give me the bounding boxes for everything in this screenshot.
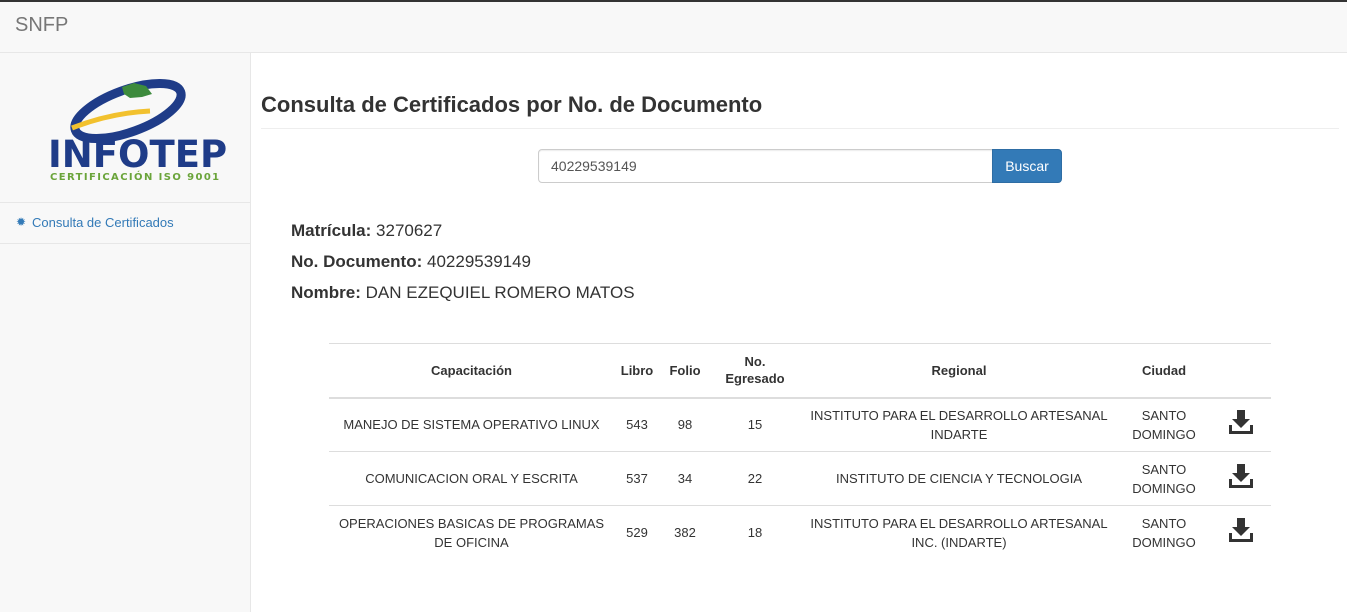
table-row: OPERACIONES BASICAS DE PROGRAMAS DE OFIC… [329, 505, 1271, 560]
cell-download [1210, 505, 1271, 560]
cell-download [1210, 397, 1271, 452]
certificates-table: Capacitación Libro Folio No. Egresado Re… [329, 343, 1271, 560]
cell-capacitacion: OPERACIONES BASICAS DE PROGRAMAS DE OFIC… [329, 505, 614, 560]
header-ciudad: Ciudad [1118, 343, 1210, 399]
documento-label: No. Documento: [291, 252, 423, 271]
cell-egresado: 15 [710, 397, 800, 452]
cell-ciudad: SANTO DOMINGO [1118, 397, 1210, 452]
matricula-line: Matrícula: 3270627 [291, 221, 442, 241]
table-header-row: Capacitación Libro Folio No. Egresado Re… [329, 343, 1271, 399]
matricula-label: Matrícula: [291, 221, 372, 240]
header-folio: Folio [660, 343, 710, 399]
logo-subtitle: CERTIFICACIÓN ISO 9001 [50, 172, 221, 183]
cell-regional: INSTITUTO PARA EL DESARROLLO ARTESANAL I… [800, 397, 1118, 452]
document-search-input[interactable] [538, 149, 993, 183]
cell-capacitacion: COMUNICACION ORAL Y ESCRITA [329, 451, 614, 506]
cell-folio: 98 [660, 397, 710, 452]
cell-libro: 537 [614, 451, 660, 506]
table-row: MANEJO DE SISTEMA OPERATIVO LINUX 543 98… [329, 397, 1271, 452]
cell-regional: INSTITUTO PARA EL DESARROLLO ARTESANAL I… [800, 505, 1118, 560]
matricula-value: 3270627 [376, 221, 443, 240]
logo-wordmark: INFOTEP [48, 133, 228, 176]
cell-egresado: 22 [710, 451, 800, 506]
header-egresado: No. Egresado [710, 343, 800, 399]
cell-libro: 543 [614, 397, 660, 452]
title-divider [261, 128, 1339, 129]
documento-line: No. Documento: 40229539149 [291, 252, 531, 272]
cell-capacitacion: MANEJO DE SISTEMA OPERATIVO LINUX [329, 397, 614, 452]
sidebar: INFOTEP CERTIFICACIÓN ISO 9001 ✹ Consult… [0, 53, 251, 612]
download-icon[interactable] [1227, 462, 1255, 490]
table-row: COMUNICACION ORAL Y ESCRITA 537 34 22 IN… [329, 451, 1271, 506]
cell-egresado: 18 [710, 505, 800, 560]
cell-libro: 529 [614, 505, 660, 560]
nombre-line: Nombre: DAN EZEQUIEL ROMERO MATOS [291, 283, 635, 303]
cell-ciudad: SANTO DOMINGO [1118, 451, 1210, 506]
download-icon[interactable] [1227, 516, 1255, 544]
documento-value: 40229539149 [427, 252, 532, 271]
search-button[interactable]: Buscar [992, 149, 1062, 183]
cell-download [1210, 451, 1271, 506]
page-title: Consulta de Certificados por No. de Docu… [261, 92, 763, 117]
sidebar-item-consulta[interactable]: ✹ Consulta de Certificados [0, 204, 250, 244]
header-libro: Libro [614, 343, 660, 399]
cell-regional: INSTITUTO DE CIENCIA Y TECNOLOGIA [800, 451, 1118, 506]
sidebar-item-label[interactable]: Consulta de Certificados [32, 215, 174, 230]
header-regional: Regional [800, 343, 1118, 399]
infotep-logo: INFOTEP CERTIFICACIÓN ISO 9001 [0, 53, 250, 203]
navbar: SNFP [0, 0, 1347, 53]
gear-icon: ✹ [16, 215, 27, 229]
cell-folio: 34 [660, 451, 710, 506]
navbar-brand[interactable]: SNFP [15, 14, 68, 37]
download-icon[interactable] [1227, 408, 1255, 436]
logo-emblem [70, 78, 186, 143]
cell-folio: 382 [660, 505, 710, 560]
header-capacitacion: Capacitación [329, 343, 614, 399]
nombre-label: Nombre: [291, 283, 361, 302]
cell-ciudad: SANTO DOMINGO [1118, 505, 1210, 560]
nombre-value: DAN EZEQUIEL ROMERO MATOS [365, 283, 635, 302]
header-download [1210, 343, 1271, 399]
